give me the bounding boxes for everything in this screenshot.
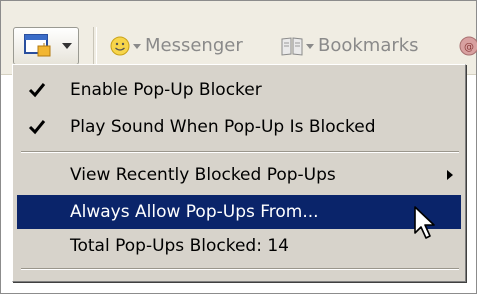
bookmarks-button[interactable]: Bookmarks xyxy=(280,33,419,59)
svg-text:@: @ xyxy=(464,42,474,53)
popup-blocker-icon xyxy=(24,34,51,57)
menu-item-view-recently-blocked[interactable]: View Recently Blocked Pop-Ups xyxy=(17,158,461,192)
toolbar-separator xyxy=(93,27,97,65)
menu-item-label: Total Pop-Ups Blocked: 14 xyxy=(70,236,289,256)
popup-blocker-button[interactable] xyxy=(13,27,79,65)
bookmarks-label: Bookmarks xyxy=(318,35,419,56)
checkmark-icon xyxy=(28,83,46,98)
book-icon xyxy=(281,37,303,56)
menu-item-label: Always Allow Pop-Ups From... xyxy=(70,202,319,222)
chevron-down-icon xyxy=(133,43,141,49)
menu-item-enable-popup-blocker[interactable]: Enable Pop-Up Blocker xyxy=(17,73,461,107)
extension-icon[interactable]: @ xyxy=(459,35,477,57)
messenger-label: Messenger xyxy=(145,35,243,56)
mouse-cursor-icon xyxy=(414,206,435,239)
menu-item-label: View Recently Blocked Pop-Ups xyxy=(70,165,336,185)
menu-item-always-allow[interactable]: Always Allow Pop-Ups From... xyxy=(17,195,461,229)
chevron-down-icon xyxy=(306,43,314,49)
popup-blocker-menu: Enable Pop-Up Blocker Play Sound When Po… xyxy=(12,64,466,282)
chevron-down-icon[interactable] xyxy=(62,43,72,49)
checkmark-icon xyxy=(28,120,46,135)
menu-separator xyxy=(21,268,459,270)
messenger-button[interactable]: Messenger xyxy=(109,33,243,59)
menu-item-play-sound[interactable]: Play Sound When Pop-Up Is Blocked xyxy=(17,110,461,144)
menu-item-label: Enable Pop-Up Blocker xyxy=(70,80,262,100)
submenu-arrow-icon xyxy=(447,170,453,180)
menu-separator xyxy=(21,151,459,153)
smiley-icon xyxy=(110,36,130,56)
menu-item-label: Play Sound When Pop-Up Is Blocked xyxy=(70,117,376,137)
menu-item-total-blocked: Total Pop-Ups Blocked: 14 xyxy=(17,229,461,263)
